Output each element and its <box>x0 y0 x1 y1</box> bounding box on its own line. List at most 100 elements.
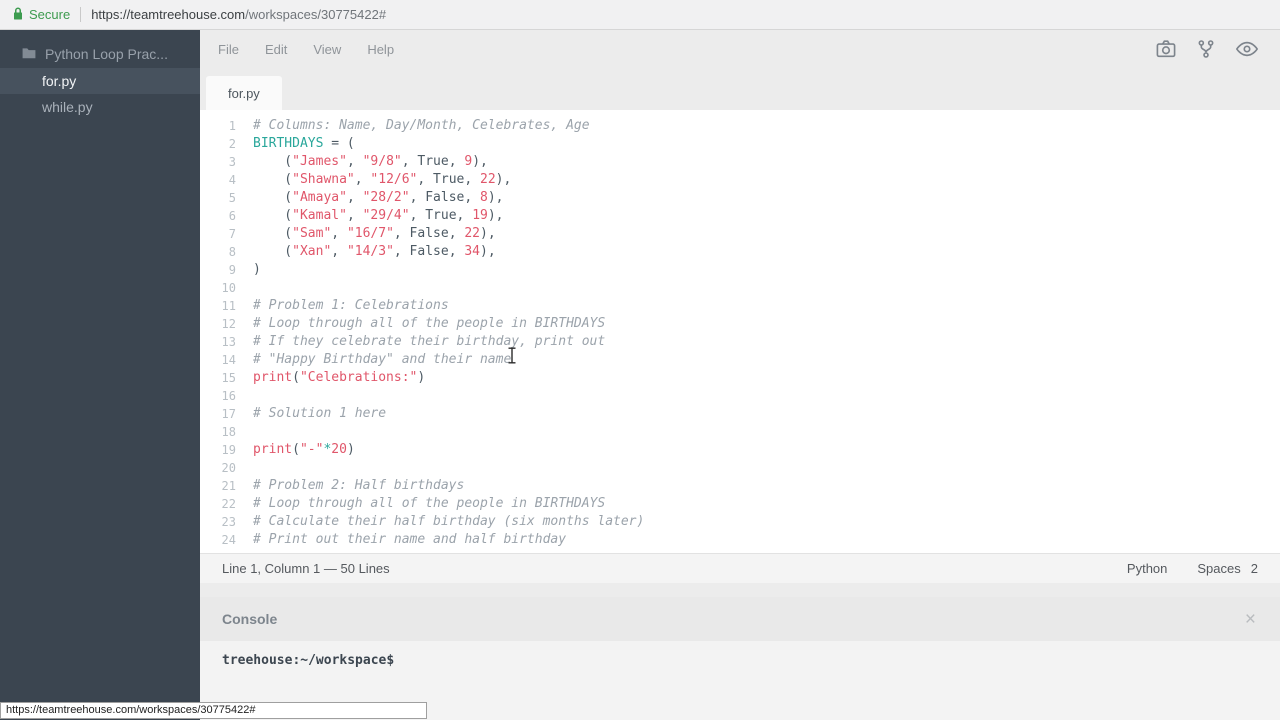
line-content: ("Xan", "14/3", False, 34), <box>236 243 496 261</box>
code-line-23[interactable]: 23# Calculate their half birthday (six m… <box>200 513 1280 531</box>
camera-icon[interactable] <box>1156 40 1176 58</box>
language-mode[interactable]: Python <box>1127 561 1167 576</box>
code-line-2[interactable]: 2BIRTHDAYS = ( <box>200 135 1280 153</box>
line-content: ("Amaya", "28/2", False, 8), <box>236 189 504 207</box>
line-content: # Problem 1: Celebrations <box>236 297 449 315</box>
line-number: 14 <box>200 351 236 369</box>
workspace-app: Python Loop Prac... for.pywhile.py FileE… <box>0 30 1280 720</box>
file-list: for.pywhile.py <box>0 68 200 120</box>
code-line-21[interactable]: 21# Problem 2: Half birthdays <box>200 477 1280 495</box>
line-content <box>236 459 261 477</box>
spaces-value: 2 <box>1251 561 1258 576</box>
editor-statusbar: Line 1, Column 1 — 50 Lines Python Space… <box>200 553 1280 583</box>
code-line-1[interactable]: 1# Columns: Name, Day/Month, Celebrates,… <box>200 117 1280 135</box>
line-content <box>236 279 261 297</box>
line-number: 20 <box>200 459 236 477</box>
line-content: ) <box>236 261 261 279</box>
code-line-11[interactable]: 11# Problem 1: Celebrations <box>200 297 1280 315</box>
code-line-5[interactable]: 5 ("Amaya", "28/2", False, 8), <box>200 189 1280 207</box>
address-separator <box>80 7 81 22</box>
console-header: Console × <box>200 597 1280 641</box>
code-line-12[interactable]: 12# Loop through all of the people in BI… <box>200 315 1280 333</box>
code-line-16[interactable]: 16 <box>200 387 1280 405</box>
code-line-22[interactable]: 22# Loop through all of the people in BI… <box>200 495 1280 513</box>
line-number: 19 <box>200 441 236 459</box>
line-number: 16 <box>200 387 236 405</box>
terminal-prompt: treehouse:~/workspace$ <box>222 653 394 668</box>
code-line-8[interactable]: 8 ("Xan", "14/3", False, 34), <box>200 243 1280 261</box>
secure-label: Secure <box>29 7 70 22</box>
code-line-4[interactable]: 4 ("Shawna", "12/6", True, 22), <box>200 171 1280 189</box>
menubar: File Edit View Help <box>200 30 1280 68</box>
code-line-15[interactable]: 15print("Celebrations:") <box>200 369 1280 387</box>
code-line-14[interactable]: 14# "Happy Birthday" and their name <box>200 351 1280 369</box>
line-number: 9 <box>200 261 236 279</box>
file-tree-sidebar: Python Loop Prac... for.pywhile.py <box>0 30 200 720</box>
line-content: # If they celebrate their birthday, prin… <box>236 333 605 351</box>
code-line-6[interactable]: 6 ("Kamal", "29/4", True, 19), <box>200 207 1280 225</box>
tab-label: for.py <box>228 86 260 101</box>
code-line-7[interactable]: 7 ("Sam", "16/7", False, 22), <box>200 225 1280 243</box>
code-line-24[interactable]: 24# Print out their name and half birthd… <box>200 531 1280 549</box>
toolbar-icons <box>1156 30 1258 68</box>
text-cursor-pointer <box>507 347 517 369</box>
line-content <box>236 423 261 441</box>
code-line-3[interactable]: 3 ("James", "9/8", True, 9), <box>200 153 1280 171</box>
cursor-position-label: Line 1, Column 1 — 50 Lines <box>222 561 390 576</box>
line-content: # Calculate their half birthday (six mon… <box>236 513 644 531</box>
code-line-17[interactable]: 17# Solution 1 here <box>200 405 1280 423</box>
preview-eye-icon[interactable] <box>1236 41 1258 57</box>
code-line-18[interactable]: 18 <box>200 423 1280 441</box>
line-number: 8 <box>200 243 236 261</box>
line-content: BIRTHDAYS = ( <box>236 135 355 153</box>
tab-for-py[interactable]: for.py <box>206 76 282 110</box>
line-content: # Problem 2: Half birthdays <box>236 477 464 495</box>
url-host[interactable]: https://teamtreehouse.com <box>91 7 245 22</box>
line-number: 11 <box>200 297 236 315</box>
line-number: 3 <box>200 153 236 171</box>
line-content: print("-"*20) <box>236 441 355 459</box>
line-number: 13 <box>200 333 236 351</box>
lock-icon <box>12 7 24 23</box>
line-number: 2 <box>200 135 236 153</box>
line-content: # Solution 1 here <box>236 405 386 423</box>
line-content: ("Sam", "16/7", False, 22), <box>236 225 496 243</box>
browser-address-bar[interactable]: Secure https://teamtreehouse.com /worksp… <box>0 0 1280 30</box>
line-number: 6 <box>200 207 236 225</box>
line-content: # Loop through all of the people in BIRT… <box>236 495 605 513</box>
menu-edit[interactable]: Edit <box>265 42 287 57</box>
code-editor[interactable]: 1# Columns: Name, Day/Month, Celebrates,… <box>200 110 1280 553</box>
line-number: 5 <box>200 189 236 207</box>
line-content: ("James", "9/8", True, 9), <box>236 153 488 171</box>
line-number: 7 <box>200 225 236 243</box>
sidebar-file-for-py[interactable]: for.py <box>0 68 200 94</box>
close-icon[interactable]: × <box>1245 610 1256 629</box>
project-folder-row[interactable]: Python Loop Prac... <box>0 40 200 68</box>
code-line-20[interactable]: 20 <box>200 459 1280 477</box>
console-title: Console <box>222 611 277 627</box>
code-line-19[interactable]: 19print("-"*20) <box>200 441 1280 459</box>
line-number: 22 <box>200 495 236 513</box>
folder-icon <box>22 46 36 62</box>
project-name: Python Loop Prac... <box>45 46 168 62</box>
fork-icon[interactable] <box>1198 39 1214 59</box>
line-content: # Print out their name and half birthday <box>236 531 566 549</box>
line-content: ("Kamal", "29/4", True, 19), <box>236 207 504 225</box>
menu-view[interactable]: View <box>313 42 341 57</box>
code-line-13[interactable]: 13# If they celebrate their birthday, pr… <box>200 333 1280 351</box>
line-number: 1 <box>200 117 236 135</box>
menu-file[interactable]: File <box>218 42 239 57</box>
menu-items: File Edit View Help <box>218 42 394 57</box>
line-number: 15 <box>200 369 236 387</box>
url-path[interactable]: /workspaces/30775422# <box>245 7 386 22</box>
menu-help[interactable]: Help <box>367 42 394 57</box>
line-number: 12 <box>200 315 236 333</box>
sidebar-file-while-py[interactable]: while.py <box>0 94 200 120</box>
panel-divider <box>200 583 1280 597</box>
line-number: 24 <box>200 531 236 549</box>
indent-setting[interactable]: Spaces 2 <box>1197 561 1258 576</box>
line-content <box>236 387 261 405</box>
line-number: 18 <box>200 423 236 441</box>
code-line-10[interactable]: 10 <box>200 279 1280 297</box>
code-line-9[interactable]: 9) <box>200 261 1280 279</box>
